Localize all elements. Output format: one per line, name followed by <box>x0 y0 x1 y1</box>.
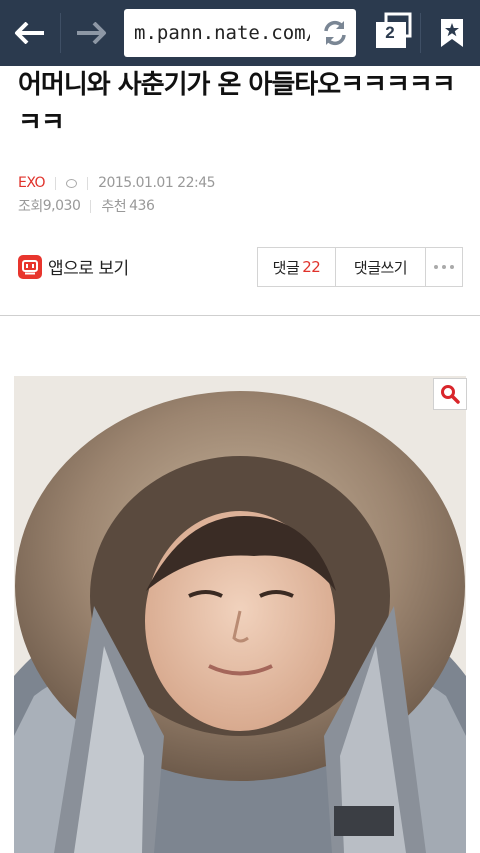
back-button[interactable] <box>0 0 60 66</box>
write-comment-label: 댓글쓰기 <box>353 258 408 277</box>
pann-app-icon <box>18 254 42 279</box>
article-photo[interactable] <box>14 376 466 853</box>
forward-arrow-icon <box>77 22 106 44</box>
open-in-app-link[interactable]: 앱으로 보기 <box>18 254 129 279</box>
address-bar[interactable]: m.pann.nate.com/ <box>124 9 356 57</box>
category-link[interactable]: EXO <box>18 175 46 191</box>
views-label: 조회 <box>18 199 43 215</box>
bookmark-star-icon <box>441 19 463 47</box>
recommend-count: 436 <box>129 198 155 214</box>
comments-label: 댓글 <box>272 258 300 277</box>
url-text: m.pann.nate.com/ <box>134 22 310 44</box>
circle-icon <box>66 178 78 188</box>
article-stats: 조회 9,030 추천 436 <box>18 196 155 216</box>
zoom-button[interactable] <box>433 378 467 410</box>
meta-divider <box>87 176 89 190</box>
bookmark-button[interactable] <box>424 0 480 66</box>
section-divider <box>0 315 480 316</box>
toolbar-divider <box>420 13 421 53</box>
write-comment-button[interactable]: 댓글쓰기 <box>335 248 425 286</box>
photo-illustration <box>14 376 466 853</box>
recommend-label: 추천 <box>101 199 127 215</box>
reload-icon[interactable] <box>320 18 350 48</box>
meta-divider <box>55 176 57 190</box>
views-count: 9,030 <box>42 198 81 214</box>
comment-actions: 댓글 22 댓글쓰기 <box>257 247 463 287</box>
back-arrow-icon <box>15 22 44 44</box>
article-meta: EXO 2015.01.01 22:45 <box>18 175 216 191</box>
search-icon <box>441 385 460 404</box>
comments-button[interactable]: 댓글 22 <box>258 248 335 286</box>
open-in-app-label: 앱으로 보기 <box>48 259 129 279</box>
tab-count: 2 <box>385 23 395 42</box>
post-datetime: 2015.01.01 22:45 <box>98 175 216 191</box>
forward-button[interactable] <box>61 0 121 66</box>
more-dots-icon <box>434 265 454 269</box>
article-title: 어머니와 사춘기가 온 아들타오ㅋㅋㅋㅋㅋㅋㅋ <box>18 70 456 138</box>
comments-count: 22 <box>302 258 321 276</box>
meta-divider <box>90 199 92 213</box>
more-button[interactable] <box>425 248 462 286</box>
